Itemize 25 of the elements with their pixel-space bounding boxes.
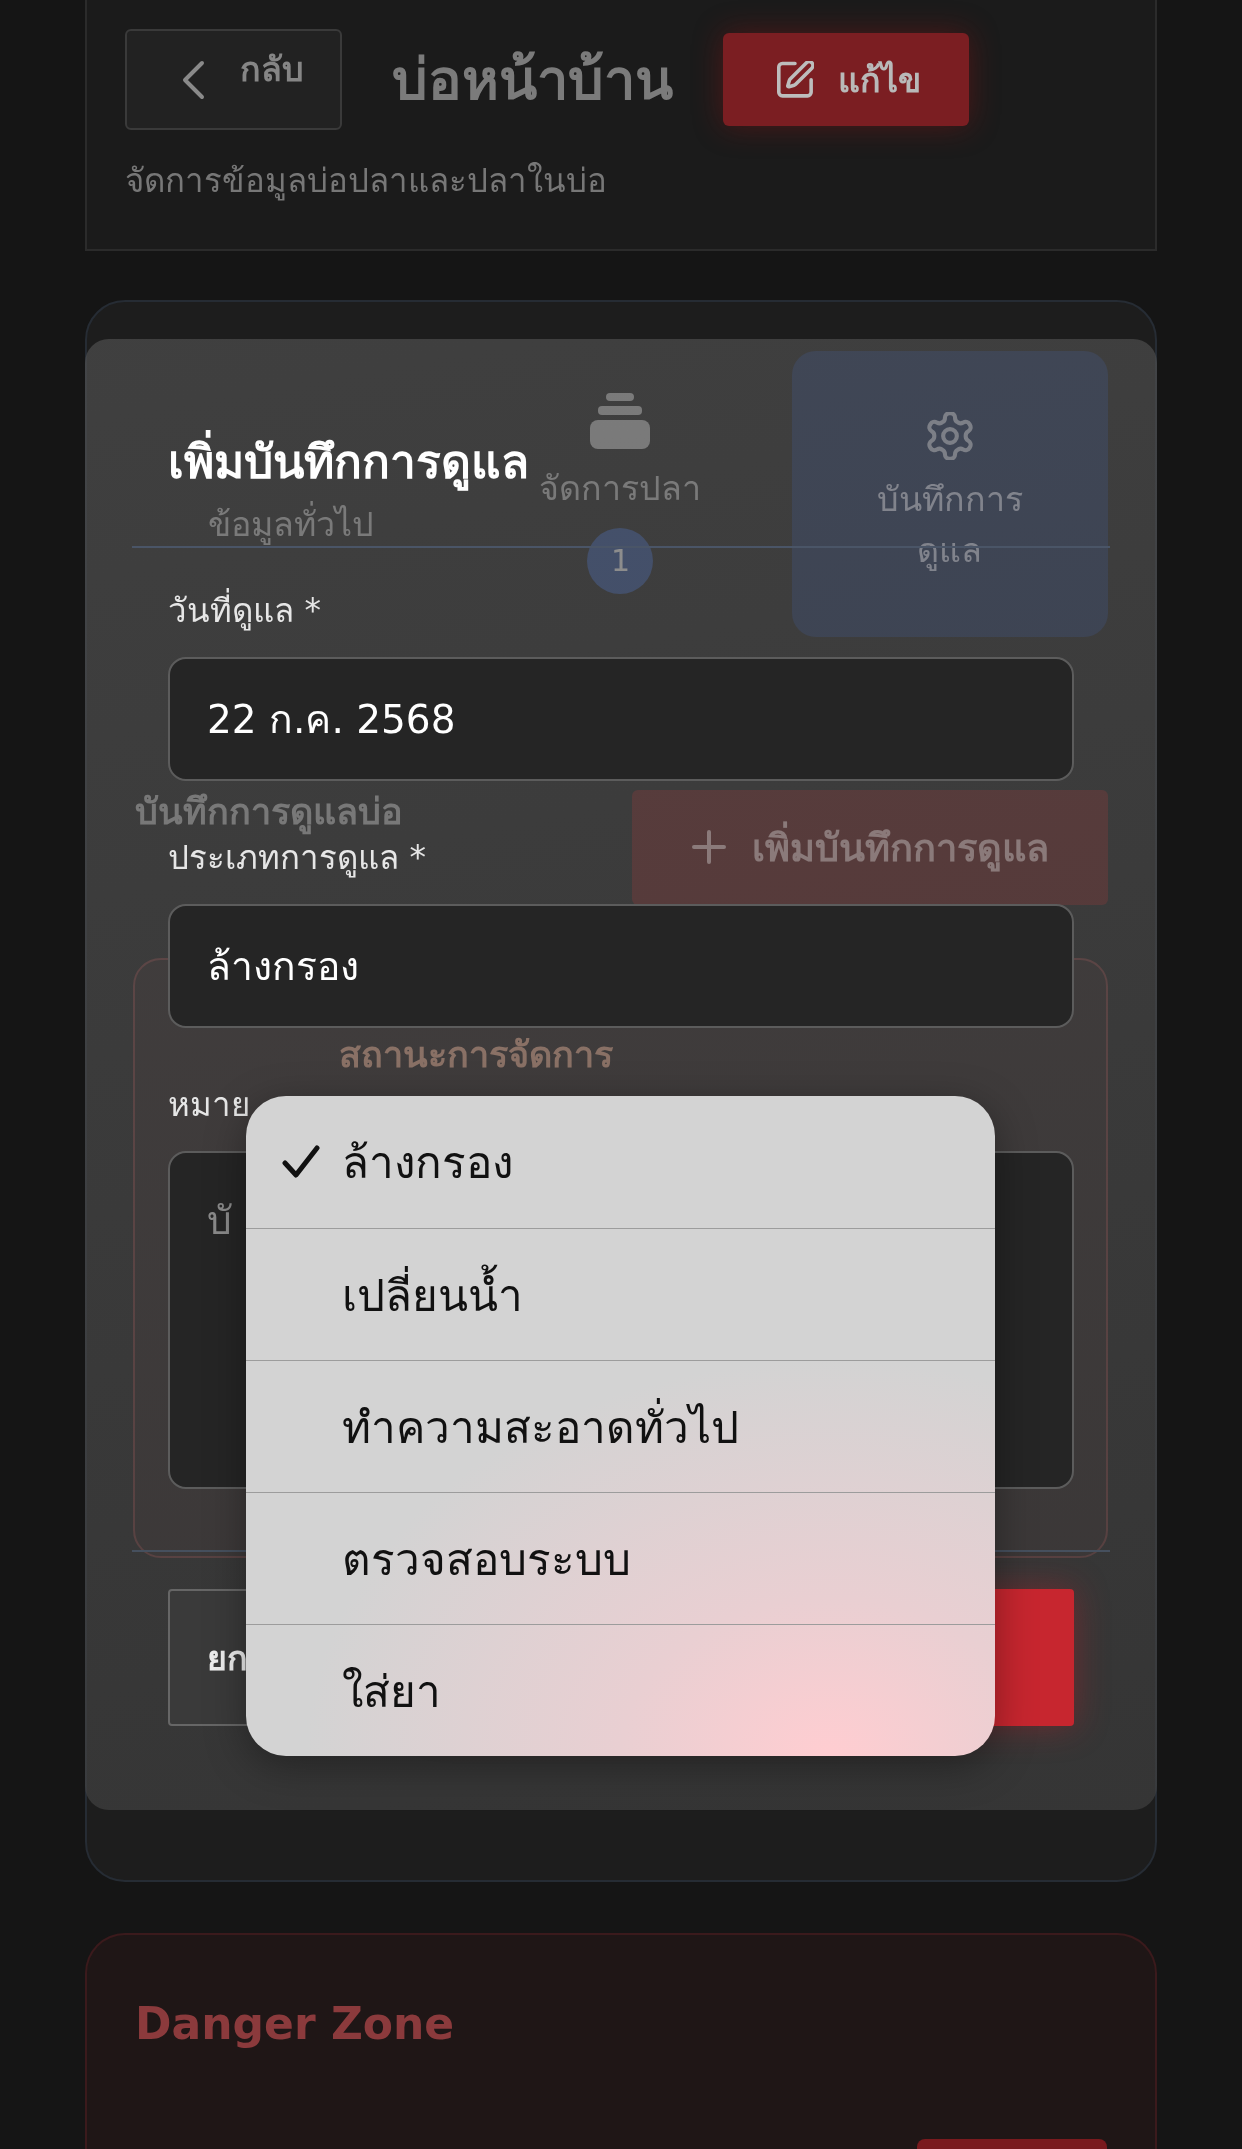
dropdown-option[interactable]: ใส่ยา <box>246 1624 995 1756</box>
section-title: บันทึกการดูแลบ่อ <box>135 786 403 837</box>
edit-button[interactable]: แก้ไข <box>723 33 969 126</box>
dropdown-option[interactable]: ตรวจสอบระบบ <box>246 1492 995 1624</box>
field-label: ประเภทการดูแล * <box>168 837 426 880</box>
dropdown-option[interactable]: ทำความสะอาดทั่วไป <box>246 1360 995 1492</box>
field-label: หมาย <box>168 1084 250 1126</box>
select-field[interactable]: ล้างกรอง <box>168 904 1074 1028</box>
plus-icon <box>691 830 726 865</box>
settings-icon <box>925 411 974 460</box>
status-title: สถานะการจัดการ <box>339 1032 614 1077</box>
check-icon <box>282 1145 320 1179</box>
edit-icon <box>777 61 814 98</box>
stack-icon <box>590 393 651 450</box>
back-button[interactable]: กลับ <box>125 29 342 130</box>
danger-button[interactable] <box>917 2138 1107 2149</box>
modal-title: เพิ่มบันทึกการดูแล <box>168 430 529 494</box>
field-label: วันที่ดูแล * <box>168 589 321 633</box>
dropdown-option[interactable]: เปลี่ยนน้ำ <box>246 1228 995 1360</box>
chevron-left-icon <box>180 59 206 100</box>
date-field[interactable]: 22 ก.ค. 2568 <box>168 657 1074 781</box>
page-subtitle: จัดการข้อมูลบ่อปลาและปลาในบ่อ <box>125 160 608 203</box>
danger-title: Danger Zone <box>135 1996 456 2050</box>
count-badge: 1 <box>587 528 654 595</box>
page-title: บ่อหน้าบ้าน <box>392 45 673 114</box>
